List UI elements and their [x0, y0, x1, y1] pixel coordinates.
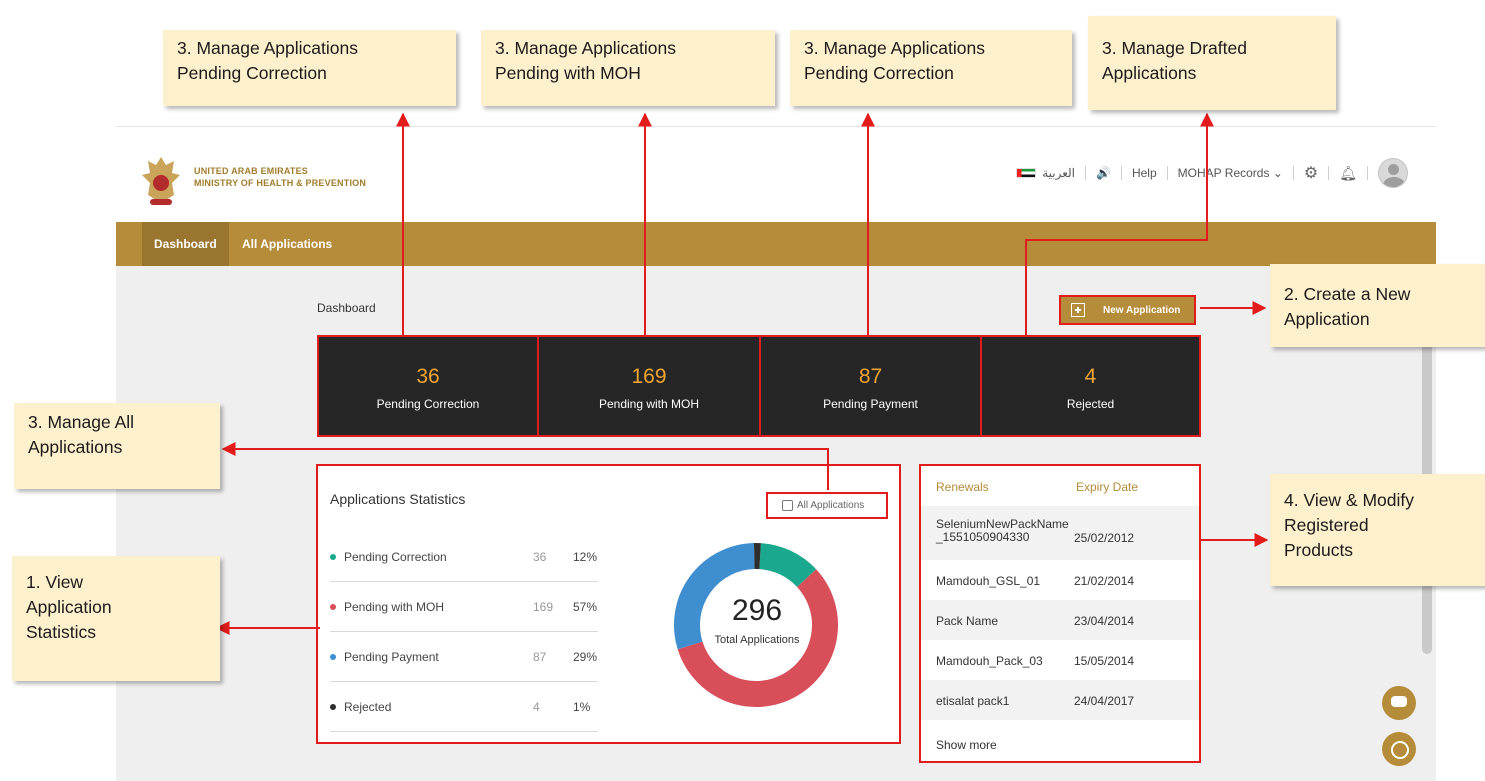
callout-line: Applications [1102, 63, 1197, 83]
callout-line: 3. Manage Applications [495, 38, 676, 58]
callout-line: Products [1284, 540, 1354, 560]
callout-line: Application [26, 597, 112, 617]
callout-line: 4. View & Modify [1284, 490, 1415, 510]
callout-line: 3. Manage All [28, 412, 135, 432]
callout-pending-correction: 3. Manage Applications Pending Correctio… [163, 30, 456, 106]
callout-line: 3. Manage Drafted [1102, 38, 1247, 58]
callout-line: Pending Correction [804, 63, 954, 83]
callout-view-statistics: 1. View Application Statistics [12, 556, 220, 681]
callout-line: Application [1284, 309, 1370, 329]
callout-create-new: 2. Create a New Application [1270, 264, 1485, 347]
callout-line: Registered [1284, 515, 1369, 535]
callout-line: Pending Correction [177, 63, 327, 83]
callout-manage-all: 3. Manage All Applications [14, 403, 220, 489]
callout-drafted: 3. Manage Drafted Applications [1088, 16, 1336, 110]
callout-line: 1. View [26, 572, 84, 592]
callout-pending-with-moh: 3. Manage Applications Pending with MOH [481, 30, 775, 106]
callout-pending-payment: 3. Manage Applications Pending Correctio… [790, 30, 1072, 106]
callout-registered-products: 4. View & Modify Registered Products [1270, 474, 1485, 586]
annotation-arrows [215, 112, 1269, 635]
callout-line: 3. Manage Applications [804, 38, 985, 58]
callout-line: Pending with MOH [495, 63, 641, 83]
callout-line: Applications [28, 437, 123, 457]
callout-line: 2. Create a New [1284, 284, 1411, 304]
callout-line: 3. Manage Applications [177, 38, 358, 58]
callout-line: Statistics [26, 622, 97, 642]
